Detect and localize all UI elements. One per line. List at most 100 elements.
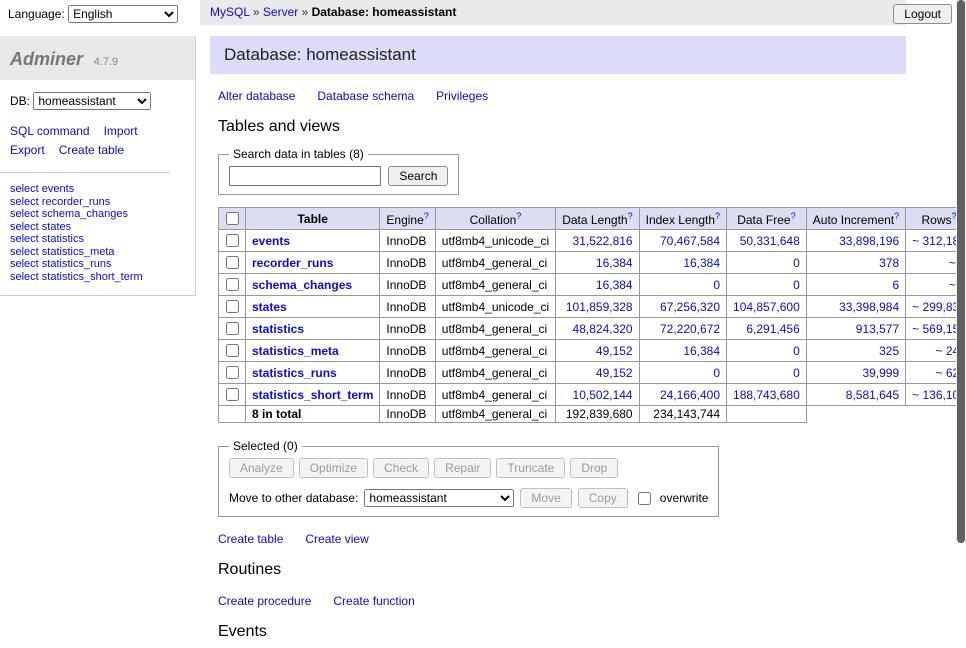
create-view-link[interactable]: Create view: [305, 532, 368, 546]
auto-increment-cell: 33,898,196: [806, 230, 905, 252]
export-link[interactable]: Export: [10, 141, 45, 160]
collation-cell: utf8mb4_general_ci: [435, 274, 555, 296]
data-free-cell: [727, 406, 807, 423]
row-check-cell: [219, 340, 246, 362]
optimize-button[interactable]: Optimize: [299, 458, 368, 478]
sidebar-actions: SQL command Import Export Create table: [0, 122, 170, 173]
logout-button[interactable]: Logout: [893, 4, 952, 24]
select-all-checkbox[interactable]: [226, 212, 239, 225]
help-link[interactable]: ?: [516, 211, 521, 221]
data-length-cell: 101,859,328: [556, 296, 639, 318]
copy-button[interactable]: Copy: [578, 488, 628, 508]
create-procedure-link[interactable]: Create procedure: [218, 594, 311, 608]
index-length-cell: 0: [639, 362, 726, 384]
help-link[interactable]: ?: [628, 211, 633, 221]
engine-cell: InnoDB: [380, 384, 435, 406]
table-link-recorder-runs[interactable]: recorder_runs: [252, 256, 333, 270]
select-events-link[interactable]: select events: [10, 183, 185, 196]
data-length-cell: 31,522,816: [556, 230, 639, 252]
table-name-cell: statistics: [246, 318, 380, 340]
language-select[interactable]: English: [68, 5, 178, 23]
db-select[interactable]: homeassistant: [33, 92, 151, 110]
create-function-link[interactable]: Create function: [333, 594, 414, 608]
move-button[interactable]: Move: [520, 488, 571, 508]
repair-button[interactable]: Repair: [434, 458, 491, 478]
row-checkbox-statistics-runs[interactable]: [226, 366, 239, 379]
collation-cell: utf8mb4_unicode_ci: [435, 230, 555, 252]
breadcrumb-mysql[interactable]: MySQL: [210, 5, 250, 19]
import-link[interactable]: Import: [104, 122, 138, 141]
row-checkbox-events[interactable]: [226, 234, 239, 247]
help-link[interactable]: ?: [424, 211, 429, 221]
move-db-select[interactable]: homeassistant: [364, 489, 514, 507]
row-checkbox-recorder-runs[interactable]: [226, 256, 239, 269]
select-schema-changes-link[interactable]: select schema_changes: [10, 208, 185, 221]
select-statistics-link[interactable]: select statistics: [10, 233, 185, 246]
column-header-collation: Collation?: [435, 208, 555, 230]
auto-increment-cell: 378: [806, 252, 905, 274]
database-schema-link[interactable]: Database schema: [317, 89, 414, 103]
engine-cell: InnoDB: [380, 318, 435, 340]
row-checkbox-schema-changes[interactable]: [226, 278, 239, 291]
create-table-link[interactable]: Create table: [59, 141, 124, 160]
logout-area: Logout: [893, 4, 952, 24]
select-statistics-short-term-link[interactable]: select statistics_short_term: [10, 271, 185, 284]
analyze-button[interactable]: Analyze: [229, 458, 294, 478]
index-length-cell: 234,143,744: [639, 406, 726, 423]
row-checkbox-statistics-short-term[interactable]: [226, 388, 239, 401]
table-link-events[interactable]: events: [252, 234, 290, 248]
select-states-link[interactable]: select states: [10, 221, 185, 234]
language-label: Language:: [8, 7, 65, 21]
table-name-cell: events: [246, 230, 380, 252]
table-row: statistics_short_termInnoDButf8mb4_gener…: [219, 384, 966, 406]
table-link-statistics-meta[interactable]: statistics_meta: [252, 344, 339, 358]
row-checkbox-states[interactable]: [226, 300, 239, 313]
events-heading: Events: [218, 623, 906, 641]
create-table-link[interactable]: Create table: [218, 532, 283, 546]
row-checkbox-statistics[interactable]: [226, 322, 239, 335]
index-length-cell: 72,220,672: [639, 318, 726, 340]
overwrite-checkbox[interactable]: [638, 492, 651, 505]
search-button[interactable]: Search: [388, 166, 448, 186]
help-link[interactable]: ?: [894, 211, 899, 221]
scrollbar[interactable]: [956, 0, 966, 543]
selected-fieldset: Selected (0) AnalyzeOptimizeCheckRepairT…: [218, 439, 719, 517]
table-link-statistics-runs[interactable]: statistics_runs: [252, 366, 337, 380]
table-name-cell: recorder_runs: [246, 252, 380, 274]
table-link-schema-changes[interactable]: schema_changes: [252, 278, 352, 292]
check-button[interactable]: Check: [373, 458, 429, 478]
drop-button[interactable]: Drop: [570, 458, 618, 478]
language-row: Language: English: [8, 5, 178, 23]
table-link-statistics-short-term[interactable]: statistics_short_term: [252, 388, 373, 402]
scrollbar-thumb[interactable]: [957, 0, 965, 543]
row-check-cell: [219, 318, 246, 340]
table-row: recorder_runsInnoDButf8mb4_general_ci16,…: [219, 252, 966, 274]
auto-increment-cell: [806, 406, 905, 423]
total-row: 8 in totalInnoDButf8mb4_general_ci192,83…: [219, 406, 966, 423]
auto-increment-cell: 8,581,645: [806, 384, 905, 406]
sql-command-link[interactable]: SQL command: [10, 122, 90, 141]
alter-database-link[interactable]: Alter database: [218, 89, 295, 103]
index-length-cell: 70,467,584: [639, 230, 726, 252]
help-link[interactable]: ?: [791, 211, 796, 221]
help-link[interactable]: ?: [715, 211, 720, 221]
table-row: statistics_runsInnoDButf8mb4_general_ci4…: [219, 362, 966, 384]
breadcrumb-server[interactable]: Server: [263, 5, 298, 19]
engine-cell: InnoDB: [380, 252, 435, 274]
row-checkbox-statistics-meta[interactable]: [226, 344, 239, 357]
privileges-link[interactable]: Privileges: [436, 89, 488, 103]
select-recorder-runs-link[interactable]: select recorder_runs: [10, 196, 185, 209]
table-link-states[interactable]: states: [252, 300, 287, 314]
data-free-cell: 0: [727, 362, 807, 384]
search-input[interactable]: [229, 166, 381, 186]
overwrite-label[interactable]: overwrite: [660, 491, 709, 505]
row-check-cell: [219, 406, 246, 423]
sidebar: Adminer 4.7.9 DB: homeassistant SQL comm…: [0, 36, 196, 296]
table-link-statistics[interactable]: statistics: [252, 322, 304, 336]
select-all-cell: [219, 208, 246, 230]
truncate-button[interactable]: Truncate: [496, 458, 565, 478]
data-free-cell: 104,857,600: [727, 296, 807, 318]
select-statistics-runs-link[interactable]: select statistics_runs: [10, 258, 185, 271]
selected-actions: AnalyzeOptimizeCheckRepairTruncateDrop: [229, 458, 708, 478]
select-statistics-meta-link[interactable]: select statistics_meta: [10, 246, 185, 259]
